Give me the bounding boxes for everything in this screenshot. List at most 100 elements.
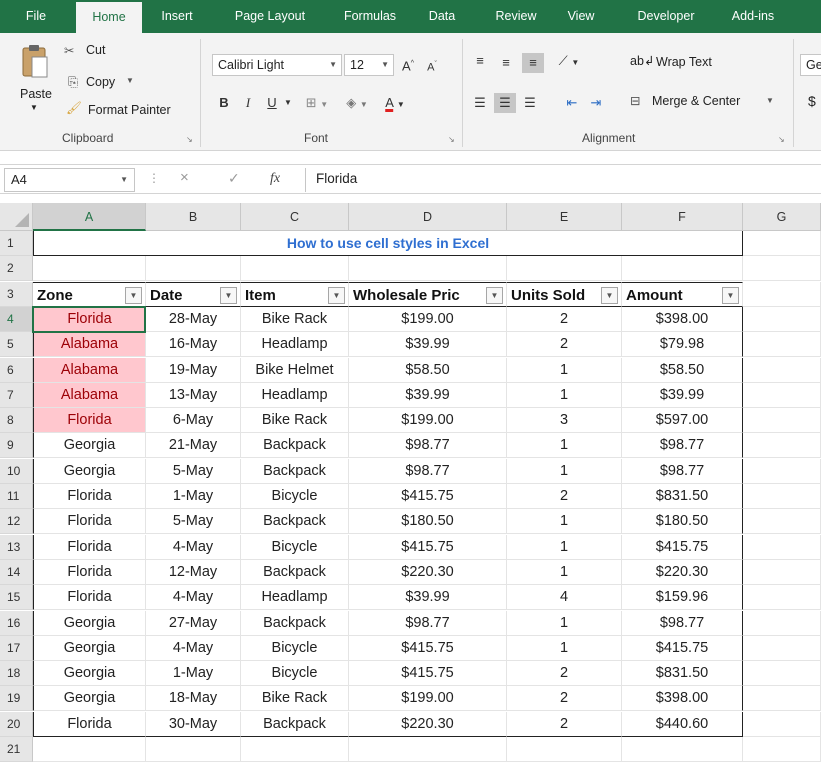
cell[interactable]	[349, 737, 507, 762]
table-cell-item[interactable]: Bike Rack	[241, 408, 349, 434]
table-cell-price[interactable]: $58.50	[349, 357, 507, 383]
table-cell-date[interactable]: 5-May	[146, 509, 241, 535]
table-cell-date[interactable]: 30-May	[146, 711, 241, 737]
table-cell-price[interactable]: $180.50	[349, 509, 507, 535]
column-header-b[interactable]: B	[146, 203, 241, 231]
table-cell-price[interactable]: $220.30	[349, 559, 507, 585]
table-header-cell[interactable]: Zone ▼	[33, 281, 146, 307]
row-header-20[interactable]: 20	[0, 711, 33, 737]
table-cell-item[interactable]: Backpack	[241, 458, 349, 484]
table-cell-price[interactable]: $220.30	[349, 711, 507, 737]
table-cell-amount[interactable]: $220.30	[622, 559, 743, 585]
enter-icon[interactable]: ✓	[228, 170, 240, 187]
table-cell-zone[interactable]: Florida	[33, 559, 146, 585]
table-cell-zone[interactable]: Alabama	[33, 382, 146, 408]
table-cell-item[interactable]: Bicycle	[241, 534, 349, 560]
table-cell-date[interactable]: 4-May	[146, 635, 241, 661]
copy-dropdown-icon[interactable]: ▼	[126, 76, 134, 85]
table-cell-price[interactable]: $199.00	[349, 686, 507, 712]
cell[interactable]	[33, 256, 146, 282]
table-cell-date[interactable]: 27-May	[146, 610, 241, 636]
table-cell-amount[interactable]: $831.50	[622, 484, 743, 509]
table-cell-units[interactable]: 1	[507, 382, 622, 408]
table-cell-units[interactable]: 1	[507, 458, 622, 484]
italic-button[interactable]: I	[238, 93, 258, 113]
table-cell-units[interactable]: 2	[507, 661, 622, 687]
cell[interactable]	[743, 256, 821, 282]
cell[interactable]	[241, 256, 349, 282]
paste-dropdown-icon[interactable]: ▼	[30, 103, 38, 112]
table-cell-units[interactable]: 1	[507, 635, 622, 661]
cell[interactable]	[743, 661, 821, 687]
column-header-c[interactable]: C	[241, 203, 349, 231]
table-cell-amount[interactable]: $415.75	[622, 534, 743, 560]
tab-home[interactable]: Home	[76, 2, 142, 33]
column-header-g[interactable]: G	[743, 203, 821, 231]
paste-button[interactable]: Paste ▼	[16, 43, 56, 113]
cell[interactable]	[622, 256, 743, 282]
table-cell-units[interactable]: 1	[507, 433, 622, 459]
cell[interactable]	[743, 332, 821, 358]
table-cell-item[interactable]: Bike Helmet	[241, 357, 349, 383]
tab-file[interactable]: File	[18, 0, 54, 33]
table-cell-item[interactable]: Backpack	[241, 433, 349, 459]
cell[interactable]	[743, 534, 821, 560]
tab-insert[interactable]: Insert	[155, 0, 199, 33]
cell[interactable]	[743, 610, 821, 636]
cell[interactable]	[507, 256, 622, 282]
bold-button[interactable]: B	[214, 93, 234, 113]
row-header-8[interactable]: 8	[0, 408, 33, 434]
filter-dropdown-icon[interactable]: ▼	[486, 286, 503, 304]
select-all-button[interactable]	[0, 203, 33, 231]
table-cell-zone[interactable]: Florida	[33, 408, 146, 434]
row-header-12[interactable]: 12	[0, 509, 33, 535]
borders-icon[interactable]: ⊞ ▼	[302, 93, 332, 115]
font-name-select[interactable]: Calibri Light ▼	[212, 54, 342, 76]
underline-button[interactable]: U	[262, 93, 282, 113]
cell[interactable]	[743, 737, 821, 762]
cell[interactable]	[743, 458, 821, 484]
underline-dropdown-icon[interactable]: ▼	[282, 93, 294, 113]
table-cell-date[interactable]: 28-May	[146, 306, 241, 332]
table-cell-date[interactable]: 12-May	[146, 559, 241, 585]
table-cell-units[interactable]: 2	[507, 711, 622, 737]
cell[interactable]	[743, 635, 821, 661]
table-header-cell[interactable]: Amount ▼	[622, 281, 743, 307]
row-header-3[interactable]: 3	[0, 281, 33, 307]
column-header-f[interactable]: F	[622, 203, 743, 231]
font-color-icon[interactable]: A ▼	[378, 93, 412, 115]
table-cell-price[interactable]: $39.99	[349, 382, 507, 408]
number-format-select[interactable]: Ge	[800, 54, 821, 76]
table-cell-price[interactable]: $98.77	[349, 458, 507, 484]
cell[interactable]	[146, 256, 241, 282]
tab-developer[interactable]: Developer	[628, 0, 704, 33]
table-cell-units[interactable]: 2	[507, 332, 622, 358]
table-cell-zone[interactable]: Florida	[33, 306, 146, 332]
table-cell-zone[interactable]: Georgia	[33, 661, 146, 687]
table-cell-zone[interactable]: Florida	[33, 484, 146, 509]
cell[interactable]	[743, 408, 821, 434]
currency-format-button[interactable]: $	[808, 93, 816, 109]
filter-dropdown-icon[interactable]: ▼	[722, 286, 739, 304]
cell[interactable]	[349, 256, 507, 282]
cell[interactable]	[743, 231, 821, 256]
table-cell-units[interactable]: 1	[507, 610, 622, 636]
merge-dropdown-icon[interactable]: ▼	[766, 96, 774, 105]
table-cell-amount[interactable]: $98.77	[622, 610, 743, 636]
clipboard-launcher-icon[interactable]: ↘	[186, 135, 193, 144]
table-cell-zone[interactable]: Georgia	[33, 686, 146, 712]
table-cell-price[interactable]: $98.77	[349, 610, 507, 636]
table-cell-item[interactable]: Headlamp	[241, 332, 349, 358]
row-header-2[interactable]: 2	[0, 256, 33, 282]
table-cell-date[interactable]: 19-May	[146, 357, 241, 383]
table-cell-units[interactable]: 1	[507, 509, 622, 535]
table-cell-units[interactable]: 4	[507, 585, 622, 611]
table-cell-units[interactable]: 1	[507, 559, 622, 585]
cell[interactable]	[743, 686, 821, 712]
table-cell-item[interactable]: Bike Rack	[241, 686, 349, 712]
row-header-13[interactable]: 13	[0, 534, 33, 560]
table-cell-item[interactable]: Backpack	[241, 610, 349, 636]
table-cell-zone[interactable]: Alabama	[33, 357, 146, 383]
align-top-icon[interactable]: ≡	[470, 51, 490, 71]
table-cell-amount[interactable]: $98.77	[622, 458, 743, 484]
